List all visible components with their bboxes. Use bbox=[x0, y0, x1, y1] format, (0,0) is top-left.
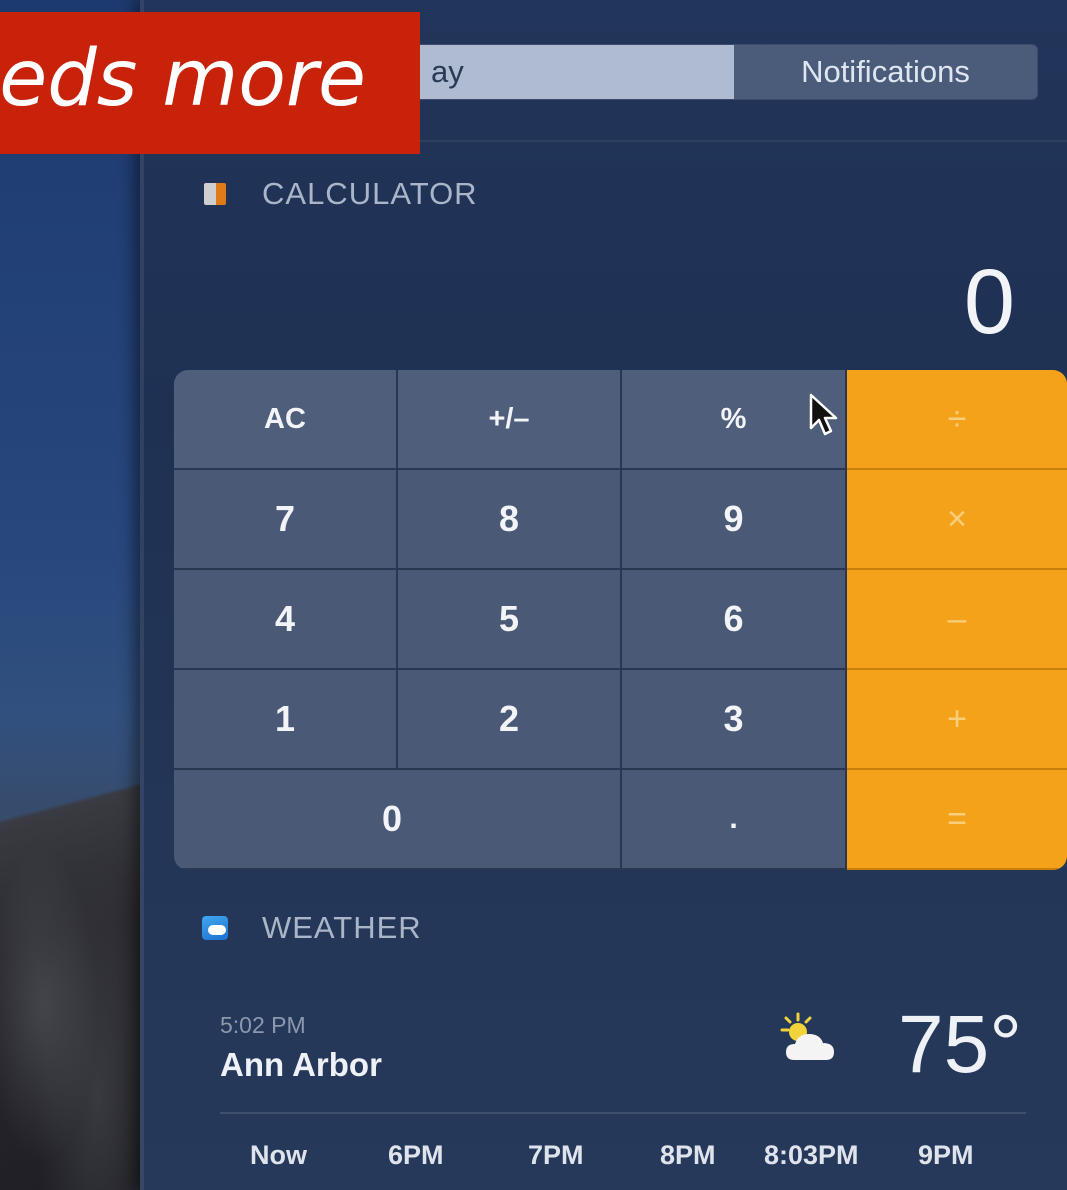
calculator-app-icon bbox=[204, 183, 226, 205]
weather-widget-header: WEATHER bbox=[202, 910, 422, 946]
weather-local-time: 5:02 PM bbox=[220, 1012, 306, 1038]
key-equals[interactable]: = bbox=[847, 770, 1067, 870]
key-decimal[interactable]: . bbox=[622, 770, 847, 870]
key-plus[interactable]: + bbox=[847, 670, 1067, 770]
weather-divider bbox=[220, 1112, 1026, 1114]
hour-label: 8:03PM bbox=[764, 1140, 859, 1170]
key-plus-minus[interactable]: +/– bbox=[398, 370, 622, 470]
key-1[interactable]: 1 bbox=[174, 670, 398, 770]
key-9[interactable]: 9 bbox=[622, 470, 847, 570]
key-3[interactable]: 3 bbox=[622, 670, 847, 770]
key-multiply[interactable]: × bbox=[847, 470, 1067, 570]
caption-banner: eds more bbox=[0, 12, 420, 154]
mouse-pointer-icon bbox=[809, 393, 838, 436]
key-4[interactable]: 4 bbox=[174, 570, 398, 670]
key-divide[interactable]: ÷ bbox=[847, 370, 1067, 470]
calculator-display: 0 bbox=[963, 251, 1015, 353]
key-2[interactable]: 2 bbox=[398, 670, 622, 770]
hour-label: 6PM bbox=[388, 1140, 444, 1170]
weather-temperature: 75° bbox=[898, 999, 1023, 1090]
wallpaper-mountain bbox=[0, 730, 140, 1190]
calculator-title: CALCULATOR bbox=[262, 176, 478, 211]
key-6[interactable]: 6 bbox=[622, 570, 847, 670]
partly-sunny-icon bbox=[780, 1012, 834, 1060]
key-5[interactable]: 5 bbox=[398, 570, 622, 670]
banner-text: eds more bbox=[0, 34, 366, 124]
hour-label: 8PM bbox=[660, 1140, 716, 1170]
weather-title: WEATHER bbox=[262, 910, 422, 945]
key-minus[interactable]: – bbox=[847, 570, 1067, 670]
key-0[interactable]: 0 bbox=[174, 770, 622, 870]
hour-label: Now bbox=[250, 1140, 307, 1170]
key-8[interactable]: 8 bbox=[398, 470, 622, 570]
calculator-widget-header: CALCULATOR bbox=[204, 176, 478, 212]
weather-city[interactable]: Ann Arbor bbox=[220, 1046, 382, 1084]
panel-edge bbox=[140, 0, 144, 1190]
weather-app-icon bbox=[202, 916, 228, 940]
tab-notifications[interactable]: Notifications bbox=[734, 45, 1037, 99]
hour-label: 7PM bbox=[528, 1140, 584, 1170]
key-ac[interactable]: AC bbox=[174, 370, 398, 470]
hourly-forecast: Now 6PM 7PM 8PM 8:03PM 9PM bbox=[220, 1140, 1026, 1180]
desktop-wallpaper bbox=[0, 0, 140, 1190]
calculator-keypad: AC +/– % ÷ 7 8 9 × 4 5 6 – 1 2 3 + 0 . = bbox=[174, 370, 1067, 870]
key-7[interactable]: 7 bbox=[174, 470, 398, 570]
hour-label: 9PM bbox=[918, 1140, 974, 1170]
